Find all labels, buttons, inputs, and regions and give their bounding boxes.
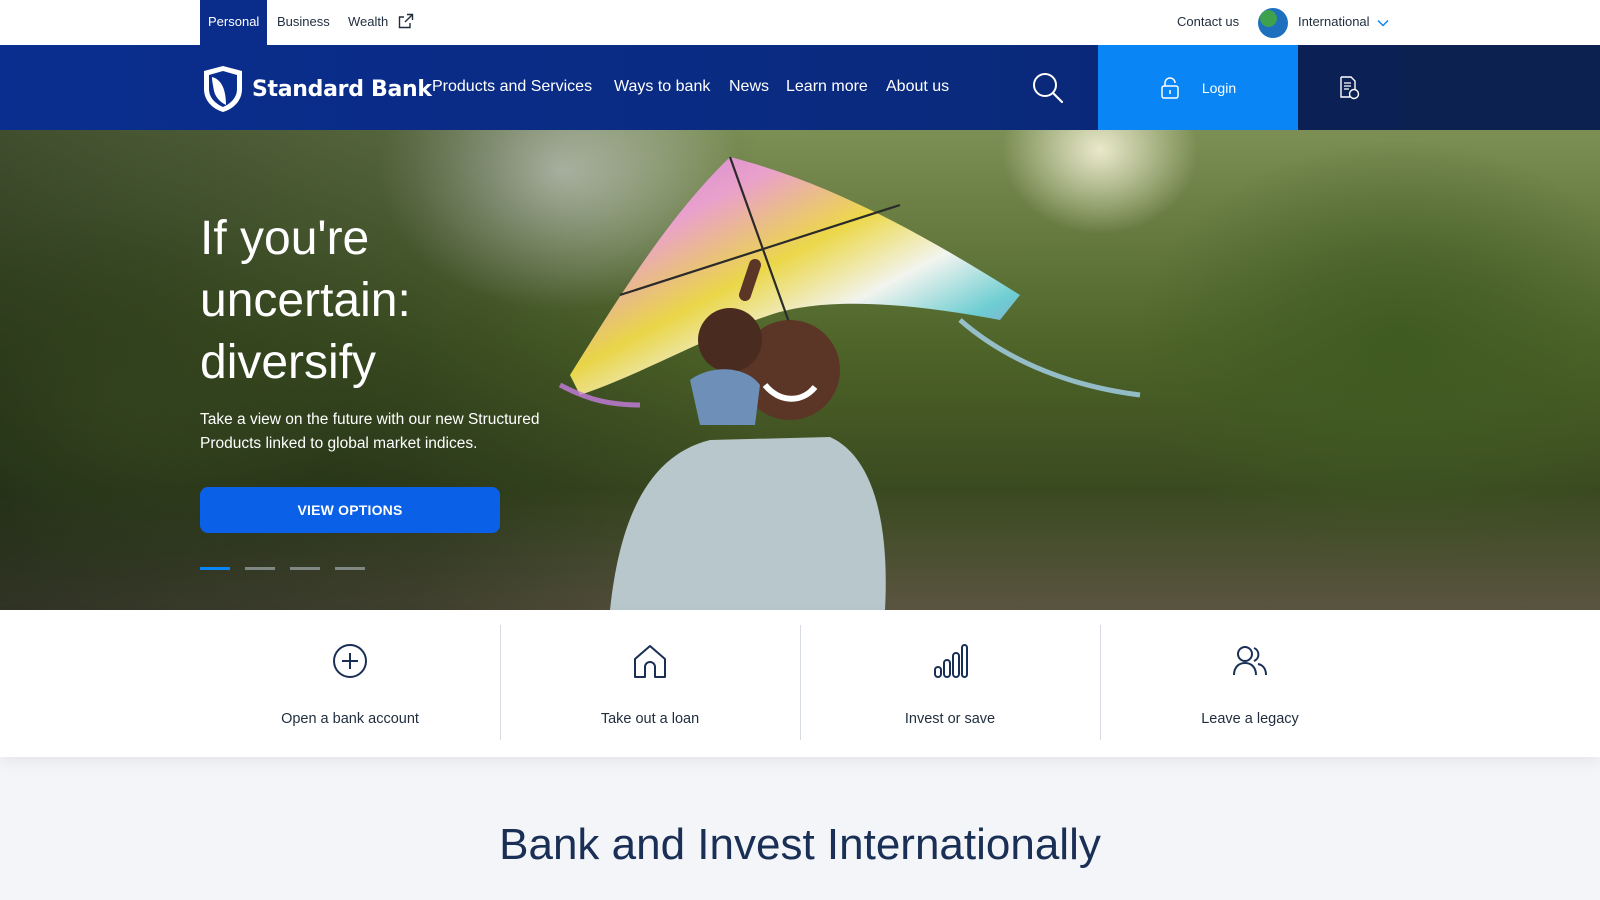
nav-ways-to-bank[interactable]: Ways to bank xyxy=(614,75,710,99)
brand-logo[interactable]: Standard Bank xyxy=(202,65,432,113)
hero-image xyxy=(558,156,1141,610)
bar-chart-icon xyxy=(934,644,968,678)
carousel-dot-4[interactable] xyxy=(335,567,365,570)
region-selector[interactable]: International xyxy=(1298,0,1389,45)
globe-icon xyxy=(1258,8,1288,38)
carousel-dot-1[interactable] xyxy=(200,567,230,570)
hero-title: If you're uncertain: diversify xyxy=(200,208,630,394)
quick-action-label: Open a bank account xyxy=(281,711,419,727)
quick-action-open-account[interactable]: Open a bank account xyxy=(200,625,500,740)
search-button[interactable] xyxy=(1030,70,1066,106)
search-icon xyxy=(1033,73,1064,104)
people-icon xyxy=(1233,646,1267,676)
segment-label: Business xyxy=(277,14,330,29)
nav-about-us[interactable]: About us xyxy=(886,75,949,99)
quick-action-label: Leave a legacy xyxy=(1201,711,1299,727)
carousel-dot-2[interactable] xyxy=(245,567,275,570)
nav-learn-more[interactable]: Learn more xyxy=(786,75,868,99)
segment-tab-personal[interactable]: Personal xyxy=(200,0,268,45)
plus-circle-icon xyxy=(333,644,367,678)
login-button[interactable]: Login xyxy=(1098,45,1298,130)
region-label: International xyxy=(1298,14,1370,29)
quick-actions: Open a bank account Take out a loan Inve… xyxy=(0,610,1600,757)
nav-news[interactable]: News xyxy=(729,75,769,99)
documents-button[interactable] xyxy=(1298,45,1400,130)
external-link-icon xyxy=(398,13,414,29)
chevron-down-icon xyxy=(1377,19,1389,27)
main-nav: Standard Bank Products and Services Ways… xyxy=(0,45,1600,130)
login-label: Login xyxy=(1201,79,1237,96)
quick-action-leave-legacy[interactable]: Leave a legacy xyxy=(1100,625,1400,740)
segment-label: Personal xyxy=(208,14,260,29)
hero-subtitle: Take a view on the future with our new S… xyxy=(200,411,540,452)
carousel-dot-3[interactable] xyxy=(290,567,320,570)
quick-action-label: Invest or save xyxy=(904,711,996,727)
quick-action-take-loan[interactable]: Take out a loan xyxy=(500,625,800,740)
shield-logo-icon xyxy=(204,66,242,112)
segment-label: Wealth xyxy=(348,14,389,29)
view-options-button[interactable]: VIEW OPTIONS xyxy=(200,487,500,533)
hero-title-line: diversify xyxy=(200,336,377,389)
contact-us-link[interactable]: Contact us xyxy=(1177,0,1239,45)
quick-action-label: Take out a loan xyxy=(600,711,700,727)
hero-banner: If you're uncertain: diversify Take a vi… xyxy=(0,130,1600,610)
document-icon xyxy=(1340,75,1360,99)
brand-name: Standard Bank xyxy=(252,76,432,102)
quick-action-invest-save[interactable]: Invest or save xyxy=(800,625,1100,740)
lock-icon xyxy=(1161,76,1179,99)
utility-bar: Personal Business Wealth Contact us Inte… xyxy=(0,0,1600,45)
segment-tab-wealth[interactable]: Wealth xyxy=(348,0,414,45)
segment-tab-business[interactable]: Business xyxy=(277,0,330,45)
hero-title-line: uncertain: xyxy=(200,274,411,327)
nav-filler xyxy=(1400,45,1600,130)
section-title: Bank and Invest Internationally xyxy=(499,820,1101,869)
hero-title-line: If you're xyxy=(200,212,370,265)
home-icon xyxy=(634,645,666,678)
nav-products-and-services[interactable]: Products and Services xyxy=(432,75,592,99)
